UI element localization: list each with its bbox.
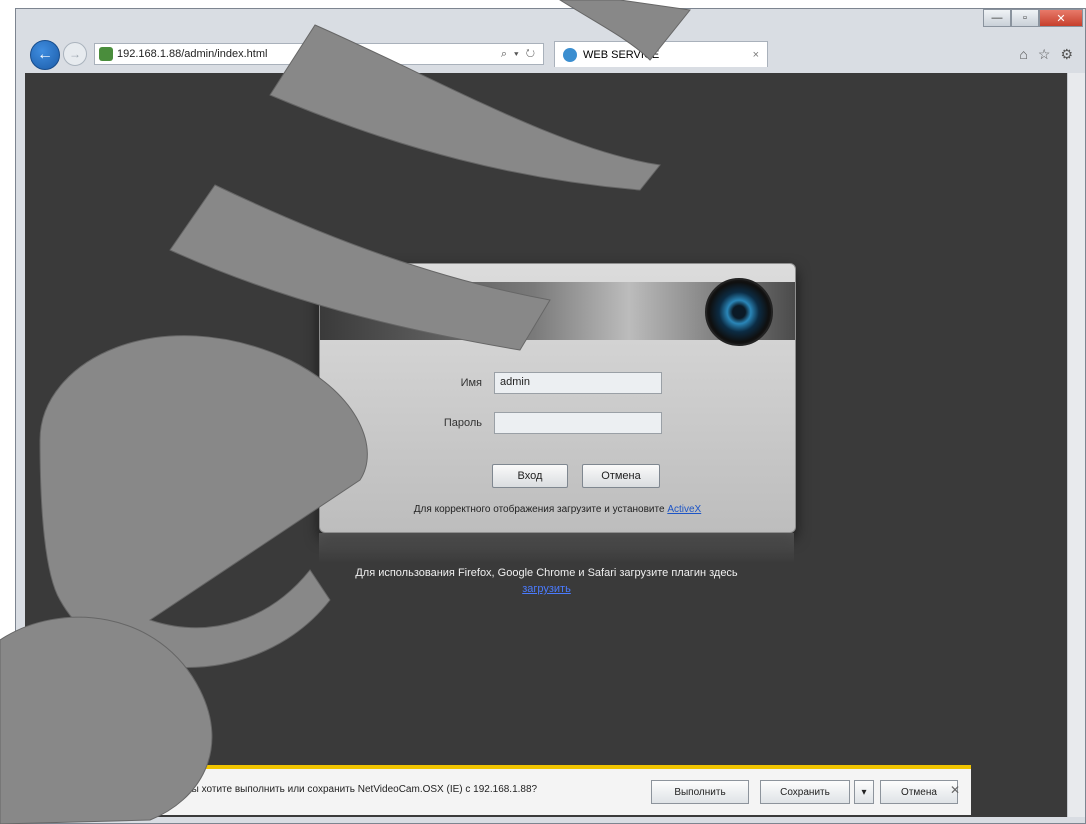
download-bar-close-icon[interactable]: ✕ [950, 783, 960, 797]
username-input[interactable]: admin [494, 372, 662, 394]
star-icon[interactable]: ☆ [1038, 46, 1051, 63]
navigation-bar: ← → 192.168.1.88/admin/index.html ⌕ ▾ ↻ … [16, 37, 1085, 73]
save-button[interactable]: Сохранить [760, 780, 850, 804]
login-button[interactable]: Вход [492, 464, 568, 488]
address-text[interactable]: 192.168.1.88/admin/index.html [117, 48, 501, 60]
activex-note: Для корректного отображения загрузите и … [320, 504, 795, 515]
search-refresh-icons[interactable]: ⌕ ▾ ↻ [501, 48, 543, 61]
plugin-download-row: загрузить [25, 583, 1068, 595]
browser-window: — ▫ ✕ ← → 192.168.1.88/admin/index.html … [15, 8, 1086, 824]
activex-note-text: Для корректного отображения загрузите и … [413, 504, 665, 515]
vertical-scrollbar[interactable] [1067, 73, 1085, 817]
close-icon[interactable]: ✕ [1039, 9, 1083, 27]
password-label: Пароль [443, 417, 482, 429]
back-arrow-icon[interactable]: ← [30, 40, 60, 70]
activex-link[interactable]: ActiveX [667, 504, 701, 515]
minimize-icon[interactable]: — [983, 9, 1011, 27]
camera-banner [320, 278, 795, 346]
run-button[interactable]: Выполнить [651, 780, 749, 804]
gear-icon[interactable]: ⚙ [1060, 46, 1073, 63]
login-dialog: Имя admin Пароль Вход Отмена Для коррект… [319, 263, 796, 533]
home-icon[interactable]: ⌂ [1019, 46, 1027, 63]
username-row: Имя admin [320, 372, 795, 396]
download-message: Вы хотите выполнить или сохранить NetVid… [185, 784, 538, 795]
tab-close-icon[interactable]: × [753, 49, 759, 61]
password-input[interactable] [494, 412, 662, 434]
dialog-reflection [319, 533, 794, 563]
tab-title: WEB SERVICE [583, 48, 660, 61]
plugin-warning: Для использования Firefox, Google Chrome… [355, 567, 738, 579]
save-dropdown-icon[interactable]: ▾ [854, 780, 874, 804]
browser-tab[interactable]: WEB SERVICE × [554, 41, 768, 67]
tab-site-icon [563, 47, 577, 62]
camera-lens-image [705, 278, 773, 346]
forward-arrow-icon[interactable]: → [63, 42, 87, 66]
cancel-button[interactable]: Отмена [582, 464, 660, 488]
site-icon [99, 47, 113, 61]
window-caption-buttons: — ▫ ✕ [983, 9, 1083, 27]
plugin-download-link[interactable]: загрузить [522, 583, 571, 595]
password-row: Пароль [320, 412, 795, 436]
maximize-icon[interactable]: ▫ [1011, 9, 1039, 27]
browser-tools: ⌂ ☆ ⚙ [1019, 46, 1073, 63]
address-bar[interactable]: 192.168.1.88/admin/index.html ⌕ ▾ ↻ [94, 43, 544, 65]
download-cancel-button[interactable]: Отмена [880, 780, 958, 804]
page-viewport: Имя admin Пароль Вход Отмена Для коррект… [25, 73, 1068, 817]
download-bar: Вы хотите выполнить или сохранить NetVid… [25, 765, 971, 815]
username-label: Имя [460, 377, 482, 389]
